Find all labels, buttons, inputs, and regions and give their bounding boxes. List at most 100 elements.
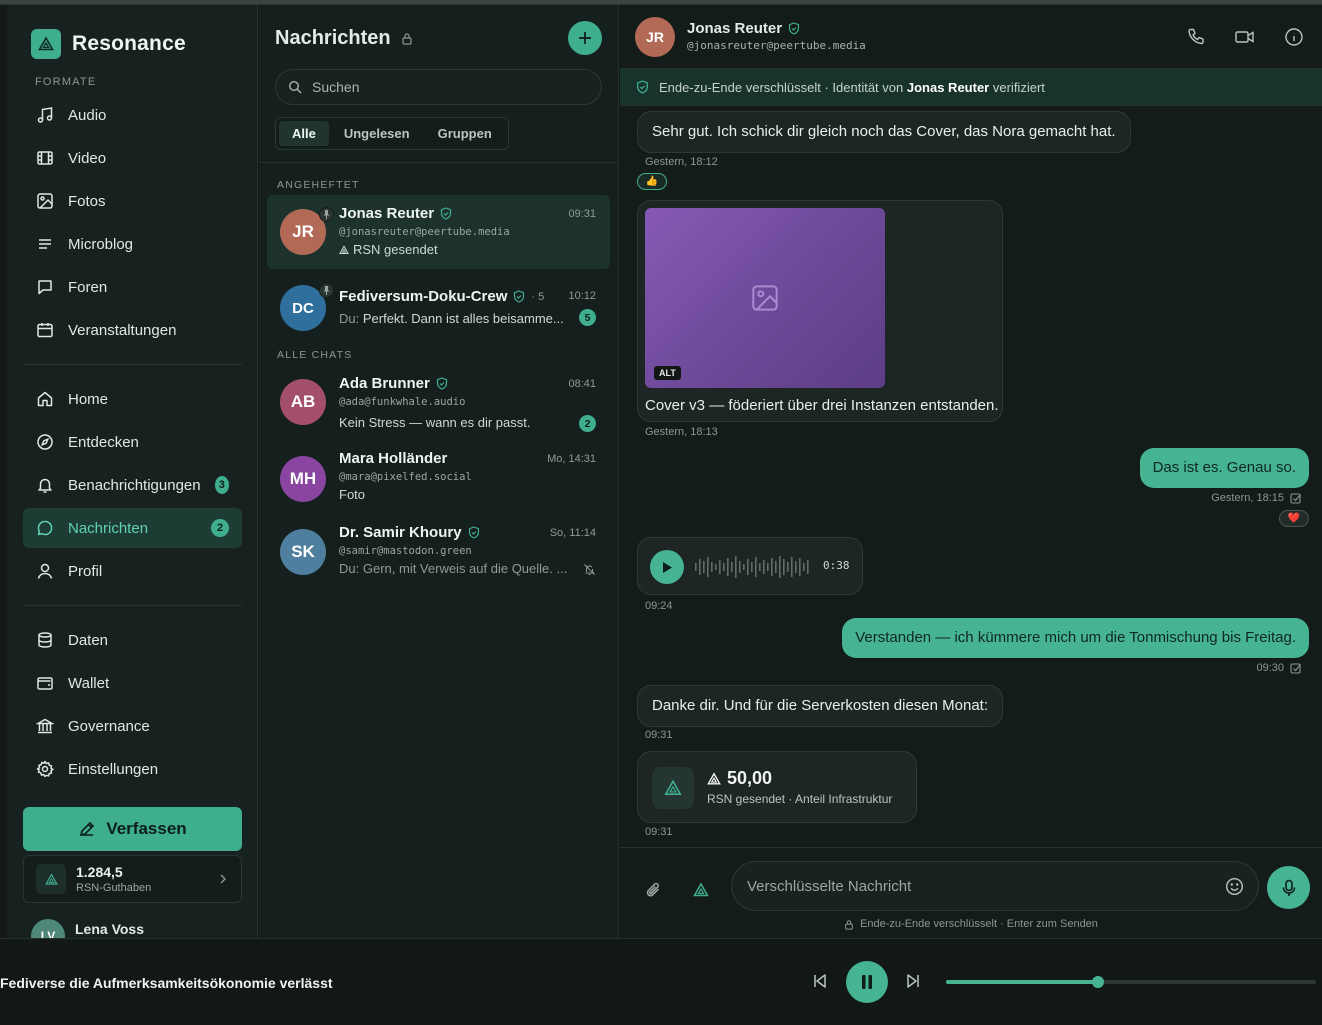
message-outgoing[interactable]: Das ist es. Genau so. — [1139, 448, 1309, 488]
playback-scrubber-handle[interactable] — [1091, 976, 1104, 988]
sidebar-item-entdecken[interactable]: Entdecken — [23, 422, 242, 462]
sidebar-item-wallet[interactable]: Wallet — [23, 663, 242, 703]
sidebar-item-microblog[interactable]: Microblog — [23, 224, 242, 264]
pause-button[interactable] — [846, 961, 888, 1003]
wallet-balance-card[interactable]: 1.284,5 RSN-Guthaben — [23, 855, 242, 903]
conversation-time: So, 11:14 — [549, 527, 596, 539]
sidebar-item-veranstaltungen[interactable]: Veranstaltungen — [23, 310, 242, 350]
message-input[interactable]: Verschlüsselte Nachricht — [731, 861, 1259, 911]
lines-icon — [36, 235, 54, 253]
play-button[interactable] — [650, 550, 684, 584]
tab-gruppen[interactable]: Gruppen — [425, 121, 505, 146]
current-user[interactable]: LV Lena Voss — [31, 919, 144, 939]
compose-button[interactable]: Verfassen — [23, 807, 242, 851]
emoji-icon[interactable] — [1225, 877, 1244, 896]
sidebar-item-video[interactable]: Video — [23, 138, 242, 178]
sidebar-item-audio[interactable]: Audio — [23, 95, 242, 135]
media-player: Fediverse die Aufmerksamkeitsökonomie ve… — [0, 938, 1322, 1025]
message-time: 09:31 — [645, 826, 673, 838]
sidebar-item-label: Einstellungen — [68, 760, 159, 778]
info-icon[interactable] — [1284, 27, 1304, 47]
sidebar-item-governance[interactable]: Governance — [23, 706, 242, 746]
contact-name-text: Jonas Reuter — [687, 20, 783, 37]
sidebar-item-label: Foren — [68, 278, 108, 296]
sidebar-item-daten[interactable]: Daten — [23, 620, 242, 660]
skip-back-icon[interactable] — [812, 973, 828, 989]
conversation-handle: @ada@funkwhale.audio — [339, 396, 466, 408]
tab-alle[interactable]: Alle — [279, 121, 329, 146]
voice-message[interactable]: 0:38 — [637, 537, 863, 595]
sidebar-item-profil[interactable]: Profil — [23, 551, 242, 591]
message-outgoing[interactable]: Verstanden — ich kümmere mich um die Ton… — [842, 618, 1309, 658]
alt-text-badge[interactable]: ALT — [654, 366, 681, 380]
video-camera-icon[interactable] — [1234, 27, 1256, 47]
message-time: 09:30 — [1256, 662, 1284, 674]
conversation-preview-text: Perfekt. Dann ist alles beisamme... — [362, 311, 564, 326]
contact-name[interactable]: Jonas Reuter — [687, 20, 800, 37]
image-placeholder-icon — [750, 283, 780, 313]
payment-amount-value: 50,00 — [727, 768, 773, 788]
chevron-right-icon — [219, 874, 227, 884]
sidebar-item-label: Home — [68, 390, 109, 408]
bell-icon — [36, 476, 54, 494]
conversation-name-text: Ada Brunner — [339, 375, 430, 392]
message-time-read: 09:30 — [1256, 662, 1302, 674]
list-divider — [259, 162, 619, 163]
image-attachment[interactable]: ALT — [645, 208, 885, 388]
playback-progress[interactable] — [946, 976, 1316, 988]
avatar[interactable]: JR — [635, 17, 675, 57]
sidebar-item-label: Fotos — [68, 192, 106, 210]
sidebar-item-einstellungen[interactable]: Einstellungen — [23, 749, 242, 789]
message-incoming[interactable]: Sehr gut. Ich schick dir gleich noch das… — [637, 111, 1131, 153]
record-voice-button[interactable] — [1267, 866, 1310, 909]
reaction-badge[interactable]: ❤️ — [1279, 510, 1309, 527]
formats-section-label: FORMATE — [35, 76, 97, 88]
conversation-item[interactable]: SK Dr. Samir Khoury So, 11:14 @samir@mas… — [267, 515, 610, 589]
reaction-badge[interactable]: 👍 — [637, 173, 667, 190]
conversation-item[interactable]: DC Fediversum-Doku-Crew · 5 10:12 Du: Pe… — [267, 271, 610, 345]
sidebar-item-label: Veranstaltungen — [68, 321, 177, 339]
tab-ungelesen[interactable]: Ungelesen — [331, 121, 423, 146]
sidebar-item-fotos[interactable]: Fotos — [23, 181, 242, 221]
contact-handle: @jonasreuter@peertube.media — [687, 39, 866, 52]
voice-duration: 0:38 — [823, 559, 850, 572]
conversation-name: Ada Brunner — [339, 375, 448, 392]
sidebar-item-foren[interactable]: Foren — [23, 267, 242, 307]
payment-amount: 50,00 — [707, 768, 772, 789]
sidebar-item-home[interactable]: Home — [23, 379, 242, 419]
sidebar-item-label: Entdecken — [68, 433, 139, 451]
payment-message[interactable]: 50,00 RSN gesendet · Anteil Infrastruktu… — [637, 751, 917, 823]
conversation-item[interactable]: AB Ada Brunner 08:41 @ada@funkwhale.audi… — [267, 365, 610, 439]
playback-progress-fill — [946, 980, 1098, 984]
preview-prefix: Du: — [339, 561, 360, 576]
paperclip-icon[interactable] — [644, 880, 664, 900]
new-conversation-button[interactable] — [568, 21, 602, 55]
message-count-badge: 2 — [211, 519, 229, 537]
search-input[interactable]: Suchen — [275, 69, 602, 105]
message-time: Gestern, 18:13 — [645, 426, 718, 438]
message-time: Gestern, 18:12 — [645, 156, 718, 168]
conversation-item[interactable]: JR Jonas Reuter 09:31 @jonasreuter@peert… — [267, 195, 610, 269]
unread-count-badge: 2 — [579, 415, 596, 432]
rsn-token-icon — [652, 767, 694, 809]
now-playing-title[interactable]: Fediverse die Aufmerksamkeitsökonomie ve… — [0, 975, 333, 991]
sidebar: Resonance FORMATE Audio Video Fotos Micr… — [7, 5, 258, 939]
rsn-symbol-icon — [707, 771, 721, 786]
conversation-item[interactable]: MH Mara Holländer Mo, 14:31 @mara@pixelf… — [267, 442, 610, 516]
lock-icon — [844, 919, 854, 930]
skip-forward-icon[interactable] — [905, 973, 921, 989]
message-incoming[interactable]: Danke dir. Und für die Serverkosten dies… — [637, 685, 1004, 727]
image-message[interactable]: ALT Cover v3 — föderiert über drei Insta… — [637, 200, 1003, 422]
message-time-read: Gestern, 18:15 — [1211, 492, 1302, 504]
sidebar-divider — [23, 605, 242, 606]
encryption-prefix: Ende-zu-Ende verschlüsselt · Identität v… — [659, 79, 904, 95]
send-rsn-icon[interactable] — [693, 882, 709, 898]
sidebar-item-label: Video — [68, 149, 107, 167]
phone-icon[interactable] — [1186, 27, 1206, 47]
conversation-time: 10:12 — [568, 290, 596, 302]
brand[interactable]: Resonance — [31, 29, 186, 59]
sidebar-item-benachrichtigungen[interactable]: Benachrichtigungen 3 — [23, 465, 242, 505]
gear-icon — [36, 760, 54, 778]
sidebar-item-nachrichten[interactable]: Nachrichten 2 — [23, 508, 242, 548]
calendar-icon — [36, 321, 54, 339]
